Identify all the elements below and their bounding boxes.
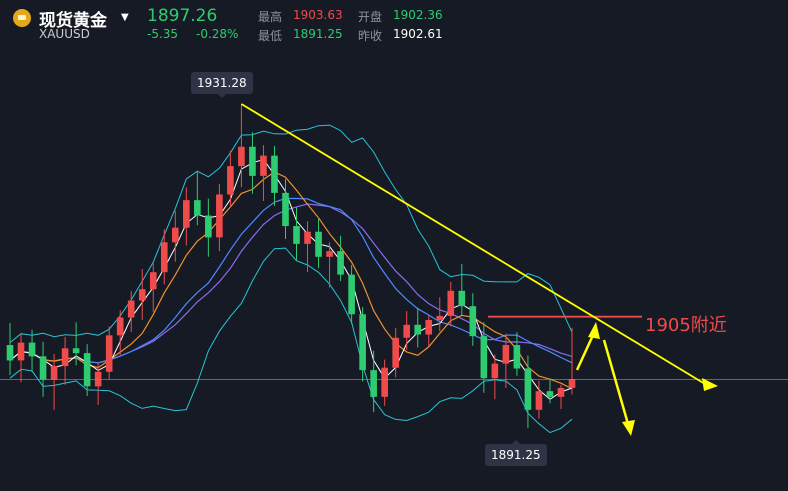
candle-body <box>39 356 47 380</box>
candle-body <box>524 368 532 410</box>
candle-body <box>535 391 543 410</box>
price-change: -5.35 <box>147 27 179 41</box>
candle-body <box>491 363 499 379</box>
candle-body <box>469 306 477 337</box>
candle-body <box>337 251 344 275</box>
candle-body <box>238 146 245 167</box>
resistance-annotation: 1905附近 <box>645 315 727 336</box>
candle-body <box>458 290 466 307</box>
candle-body <box>403 324 411 338</box>
candle-body <box>249 146 256 176</box>
candle-body <box>105 335 113 372</box>
trend-line-arrowhead <box>702 378 718 391</box>
candle-body <box>116 317 124 336</box>
candle-body <box>183 200 190 228</box>
candle-body <box>17 342 25 361</box>
chart-app: 现货黄金 ▼ XAUUSD 1897.26 -5.35 -0.28% 最高 19… <box>0 0 788 491</box>
candle-body <box>160 242 168 273</box>
candle-body <box>28 342 36 357</box>
gold-coin-icon <box>13 9 31 27</box>
candle-body <box>194 200 201 216</box>
peak-price-tag: 1931.28 <box>191 72 253 98</box>
bollinger-upper-band <box>9 124 573 343</box>
candle-body <box>392 337 399 368</box>
candle-body <box>50 366 58 380</box>
candle-body <box>171 227 179 243</box>
candle-body <box>370 370 377 397</box>
bollinger-bands <box>9 124 573 434</box>
candle-body <box>436 315 444 320</box>
projection-down-arrowhead <box>622 420 635 436</box>
low-label: 最低 <box>258 29 283 43</box>
candle-body <box>414 324 422 335</box>
open-value: 1902.36 <box>393 8 443 22</box>
high-label: 最高 <box>258 10 283 24</box>
candle-body <box>127 300 135 318</box>
candle-body <box>513 345 521 369</box>
open-label: 开盘 <box>358 10 383 24</box>
candle-body <box>315 231 322 257</box>
candle-body <box>61 348 69 367</box>
candle-body <box>83 353 91 387</box>
projection-up-arrow <box>575 332 596 371</box>
ma-blue-line <box>9 197 573 364</box>
prev-close-label: 昨收 <box>358 29 383 43</box>
candle-body <box>260 155 267 176</box>
candle-body <box>227 166 234 195</box>
projection-up-arrowhead <box>588 322 600 339</box>
candle-body <box>282 192 289 227</box>
candle-body <box>271 155 278 193</box>
candle-body <box>425 319 433 335</box>
low-value: 1891.25 <box>293 27 343 41</box>
candle-body <box>348 274 355 315</box>
dropdown-caret-icon[interactable]: ▼ <box>121 12 129 23</box>
candle-body <box>216 194 223 238</box>
candle-body <box>138 289 146 301</box>
candle-body <box>293 226 300 244</box>
ma-orange-line <box>9 171 573 390</box>
candle-body <box>381 367 388 397</box>
candle-body <box>502 345 510 364</box>
prev-close-value: 1902.61 <box>393 27 443 41</box>
candle-body <box>447 290 455 316</box>
candle-body <box>568 379 576 388</box>
candle-body <box>304 231 311 244</box>
instrument-code: XAUUSD <box>39 27 90 41</box>
candle-body <box>72 348 80 354</box>
analysis-overlays <box>0 103 788 436</box>
ma-white-line <box>9 158 573 400</box>
candle-body <box>149 272 157 290</box>
candle-body <box>94 371 102 387</box>
candle-body <box>205 215 212 238</box>
moving-averages <box>9 158 573 400</box>
price-chart[interactable] <box>0 0 788 491</box>
candle-body <box>6 345 14 361</box>
candle-body <box>557 387 565 397</box>
candle-body <box>326 251 333 257</box>
bollinger-lower-band <box>9 247 573 434</box>
quote-header: 现货黄金 ▼ XAUUSD 1897.26 -5.35 -0.28% 最高 19… <box>0 0 788 48</box>
ma-purple-line <box>9 203 573 364</box>
low-price-tag: 1891.25 <box>485 440 547 466</box>
candle-body <box>546 391 554 397</box>
last-price: 1897.26 <box>147 6 218 26</box>
candle-body <box>480 336 488 379</box>
projection-down-arrow <box>602 339 630 425</box>
candle-body <box>359 314 366 371</box>
high-value: 1903.63 <box>293 8 343 22</box>
price-change-percent: -0.28% <box>196 27 239 41</box>
